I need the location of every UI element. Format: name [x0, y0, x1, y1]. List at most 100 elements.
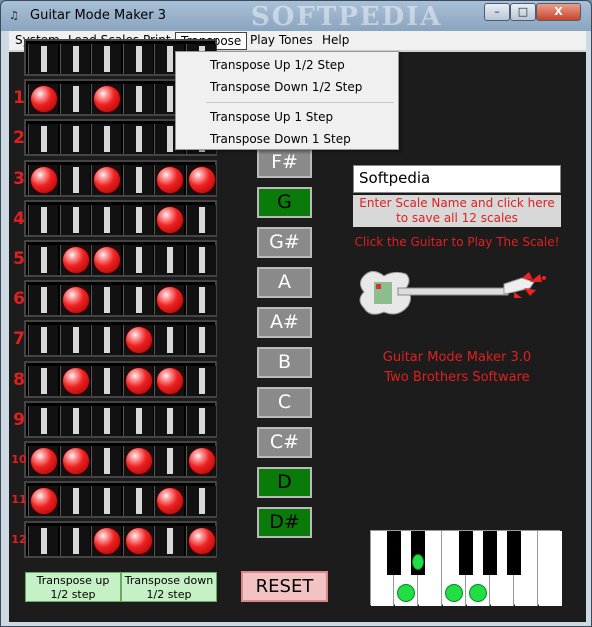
fret-cell[interactable]: [91, 405, 121, 436]
note-button[interactable]: C: [257, 387, 312, 418]
piano-black-key[interactable]: [387, 531, 401, 575]
fret-cell[interactable]: [122, 285, 153, 316]
piano-keyboard[interactable]: [370, 530, 562, 606]
fret-cell[interactable]: [185, 526, 216, 557]
fret-cell[interactable]: [59, 84, 90, 115]
fret-cell[interactable]: [122, 164, 153, 195]
note-button[interactable]: G#: [257, 227, 312, 258]
menu-help[interactable]: Help: [317, 32, 354, 50]
note-button[interactable]: D#: [257, 507, 312, 538]
fret-cell[interactable]: [91, 84, 121, 115]
fret-cell[interactable]: [59, 405, 90, 436]
fret-cell[interactable]: [91, 285, 121, 316]
fret-row[interactable]: [24, 521, 217, 559]
fret-cell[interactable]: [185, 486, 216, 517]
note-button[interactable]: A: [257, 267, 312, 298]
fret-cell[interactable]: [28, 405, 58, 436]
fret-cell[interactable]: [59, 44, 90, 74]
save-scales-button[interactable]: Enter Scale Name and click here to save …: [353, 195, 561, 227]
fret-cell[interactable]: [122, 405, 153, 436]
fret-cell[interactable]: [122, 486, 153, 517]
fret-cell[interactable]: [185, 164, 216, 195]
fret-cell[interactable]: [91, 44, 121, 74]
fret-cell[interactable]: [91, 526, 121, 557]
reset-button[interactable]: RESET: [241, 571, 328, 602]
fret-row[interactable]: [24, 360, 217, 398]
fret-cell[interactable]: [28, 164, 58, 195]
fret-row[interactable]: [24, 240, 217, 277]
fret-cell[interactable]: [59, 164, 90, 195]
close-button[interactable]: X: [536, 3, 581, 21]
menu-play-tones[interactable]: Play Tones: [245, 32, 318, 50]
fret-cell[interactable]: [91, 245, 121, 275]
note-button[interactable]: B: [257, 347, 312, 378]
piano-white-key[interactable]: [539, 531, 562, 606]
menu-item-transpose-down-whole[interactable]: Transpose Down 1 Step: [178, 128, 396, 150]
scale-name-input[interactable]: Softpedia: [353, 165, 561, 193]
note-button[interactable]: G: [257, 187, 312, 218]
fret-row[interactable]: [24, 481, 217, 519]
fret-cell[interactable]: [28, 486, 58, 517]
fret-cell[interactable]: [154, 526, 184, 557]
fret-row[interactable]: [24, 441, 217, 478]
fret-cell[interactable]: [91, 325, 121, 356]
fret-cell[interactable]: [91, 486, 121, 517]
fret-cell[interactable]: [91, 365, 121, 396]
fret-cell[interactable]: [185, 365, 216, 396]
fret-cell[interactable]: [28, 325, 58, 356]
fret-cell[interactable]: [185, 405, 216, 436]
fret-row[interactable]: [24, 320, 217, 358]
fret-cell[interactable]: [28, 245, 58, 275]
fret-cell[interactable]: [28, 526, 58, 557]
fret-cell[interactable]: [91, 164, 121, 195]
fret-cell[interactable]: [59, 325, 90, 356]
fret-cell[interactable]: [154, 446, 184, 476]
fret-row[interactable]: [24, 199, 217, 237]
guitar-image[interactable]: [354, 252, 560, 332]
fret-cell[interactable]: [185, 285, 216, 316]
fret-cell[interactable]: [28, 285, 58, 316]
fret-cell[interactable]: [91, 204, 121, 235]
menu-item-transpose-down-half[interactable]: Transpose Down 1/2 Step: [178, 76, 396, 98]
fret-cell[interactable]: [122, 245, 153, 275]
fret-cell[interactable]: [185, 325, 216, 356]
fret-cell[interactable]: [28, 204, 58, 235]
fret-cell[interactable]: [28, 446, 58, 476]
piano-black-key[interactable]: [483, 531, 497, 575]
fret-cell[interactable]: [122, 526, 153, 557]
fret-cell[interactable]: [28, 44, 58, 74]
fret-cell[interactable]: [122, 44, 153, 74]
fret-cell[interactable]: [185, 204, 216, 235]
fret-cell[interactable]: [154, 405, 184, 436]
fret-cell[interactable]: [91, 446, 121, 476]
fret-cell[interactable]: [28, 84, 58, 115]
fret-cell[interactable]: [59, 446, 90, 476]
note-button[interactable]: A#: [257, 307, 312, 338]
fret-cell[interactable]: [59, 365, 90, 396]
note-button[interactable]: D: [257, 467, 312, 498]
menu-item-transpose-up-half[interactable]: Transpose Up 1/2 Step: [178, 54, 396, 76]
fret-cell[interactable]: [154, 164, 184, 195]
fret-cell[interactable]: [185, 245, 216, 275]
fret-cell[interactable]: [59, 124, 90, 155]
fret-row[interactable]: [24, 280, 217, 318]
fret-cell[interactable]: [91, 124, 121, 155]
fret-cell[interactable]: [185, 446, 216, 476]
fret-cell[interactable]: [59, 245, 90, 275]
fret-cell[interactable]: [59, 204, 90, 235]
fret-cell[interactable]: [59, 486, 90, 517]
fret-row[interactable]: [24, 400, 217, 438]
menu-item-transpose-up-whole[interactable]: Transpose Up 1 Step: [178, 106, 396, 128]
piano-black-key[interactable]: [507, 531, 521, 575]
fret-cell[interactable]: [28, 365, 58, 396]
fret-cell[interactable]: [154, 245, 184, 275]
fret-cell[interactable]: [154, 325, 184, 356]
minimize-button[interactable]: –: [484, 3, 510, 21]
fret-cell[interactable]: [122, 325, 153, 356]
transpose-up-half-step-button[interactable]: Transpose up 1/2 step: [25, 572, 121, 602]
fret-cell[interactable]: [154, 365, 184, 396]
fret-cell[interactable]: [122, 124, 153, 155]
fret-cell[interactable]: [154, 285, 184, 316]
transpose-down-half-step-button[interactable]: Transpose down 1/2 step: [121, 572, 217, 602]
fret-cell[interactable]: [59, 285, 90, 316]
